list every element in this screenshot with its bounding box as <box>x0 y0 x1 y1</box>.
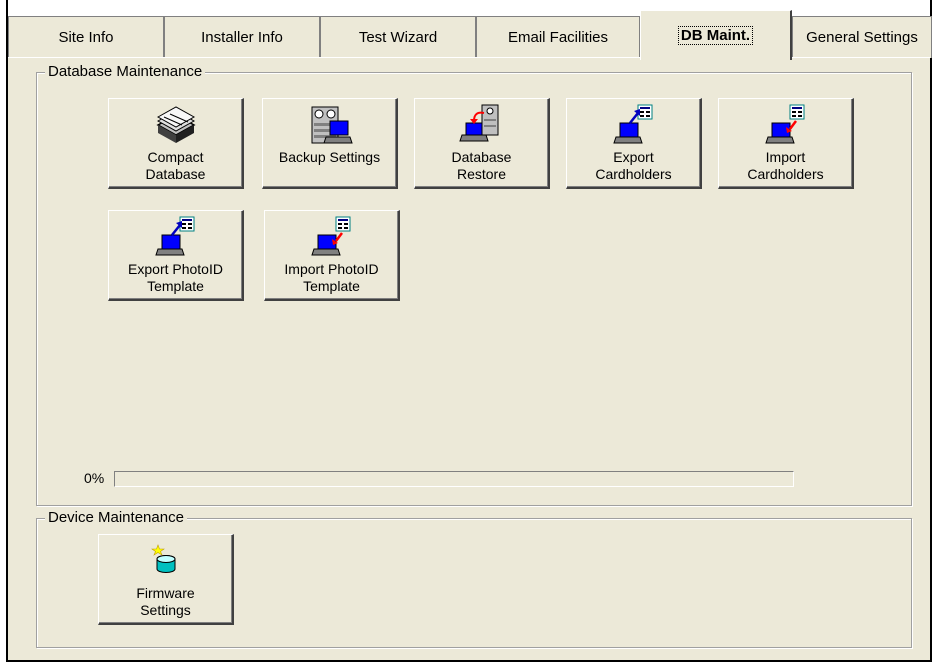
button-label: Database Restore <box>451 149 512 182</box>
export-photoid-template-icon <box>154 216 194 256</box>
firmware-settings-icon <box>150 544 175 573</box>
progress-bar <box>114 471 794 487</box>
tab-site-info[interactable]: Site Info <box>8 16 164 58</box>
database-restore-button[interactable]: Database Restore <box>414 98 550 189</box>
button-label: Compact Database <box>145 149 206 182</box>
button-label: Backup Settings <box>278 149 381 165</box>
firmware-settings-button[interactable]: Firmware Settings <box>98 534 234 625</box>
button-label: Firmware Settings <box>136 585 195 618</box>
import-photoid-template-button[interactable]: Import PhotoID Template <box>264 210 400 301</box>
tab-db-maint[interactable]: DB Maint. <box>640 10 792 60</box>
tab-label: General Settings <box>806 29 918 46</box>
import-cardholders-icon <box>764 104 804 144</box>
tab-installer-info[interactable]: Installer Info <box>164 16 320 58</box>
compact-database-icon <box>155 106 196 143</box>
tab-label: DB Maint. <box>677 26 754 45</box>
button-label: Import PhotoID Template <box>284 261 379 294</box>
button-label: Import Cardholders <box>747 149 824 182</box>
tab-email-facilities[interactable]: Email Facilities <box>476 16 640 58</box>
button-label: Export Cardholders <box>595 149 672 182</box>
import-photoid-template-icon <box>310 216 350 256</box>
tab-label: Installer Info <box>201 29 283 46</box>
tab-strip: Site Info Installer Info Test Wizard Ema… <box>8 10 932 60</box>
device-maintenance-title: Device Maintenance <box>45 509 187 527</box>
tab-label: Site Info <box>58 29 114 46</box>
export-cardholders-icon <box>612 104 652 144</box>
export-cardholders-button[interactable]: Export Cardholders <box>566 98 702 189</box>
database-restore-icon <box>458 104 498 142</box>
db-maint-page: Database Maintenance Compact Database Ba… <box>8 57 930 660</box>
button-label: Export PhotoID Template <box>128 261 223 294</box>
progress-percent-label: 0% <box>84 470 105 486</box>
export-photoid-template-button[interactable]: Export PhotoID Template <box>108 210 244 301</box>
database-maintenance-title: Database Maintenance <box>45 63 206 81</box>
tab-label: Test Wizard <box>358 29 438 46</box>
tab-general-settings[interactable]: General Settings <box>792 16 932 58</box>
tab-label: Email Facilities <box>507 29 609 46</box>
backup-settings-button[interactable]: Backup Settings <box>262 98 398 189</box>
import-cardholders-button[interactable]: Import Cardholders <box>718 98 854 189</box>
backup-settings-icon <box>311 106 353 144</box>
compact-database-button[interactable]: Compact Database <box>108 98 244 189</box>
tab-test-wizard[interactable]: Test Wizard <box>320 16 476 58</box>
